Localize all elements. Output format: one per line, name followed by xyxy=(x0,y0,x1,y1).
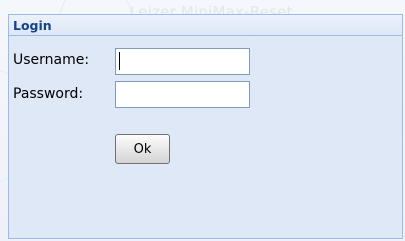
username-input[interactable] xyxy=(115,48,250,75)
password-input[interactable] xyxy=(115,81,250,108)
login-panel-title: Login xyxy=(13,18,52,33)
login-panel-header: Login xyxy=(9,15,402,35)
password-label: Password: xyxy=(13,86,84,102)
page: Leizer MiniMax-Reset Login Username: Pas… xyxy=(0,0,405,241)
login-panel: Login Username: Password: Ok xyxy=(8,14,403,239)
username-label: Username: xyxy=(13,52,90,68)
ok-button[interactable]: Ok xyxy=(115,134,170,164)
login-form: Username: Password: Ok xyxy=(9,35,402,238)
text-caret xyxy=(119,52,120,70)
